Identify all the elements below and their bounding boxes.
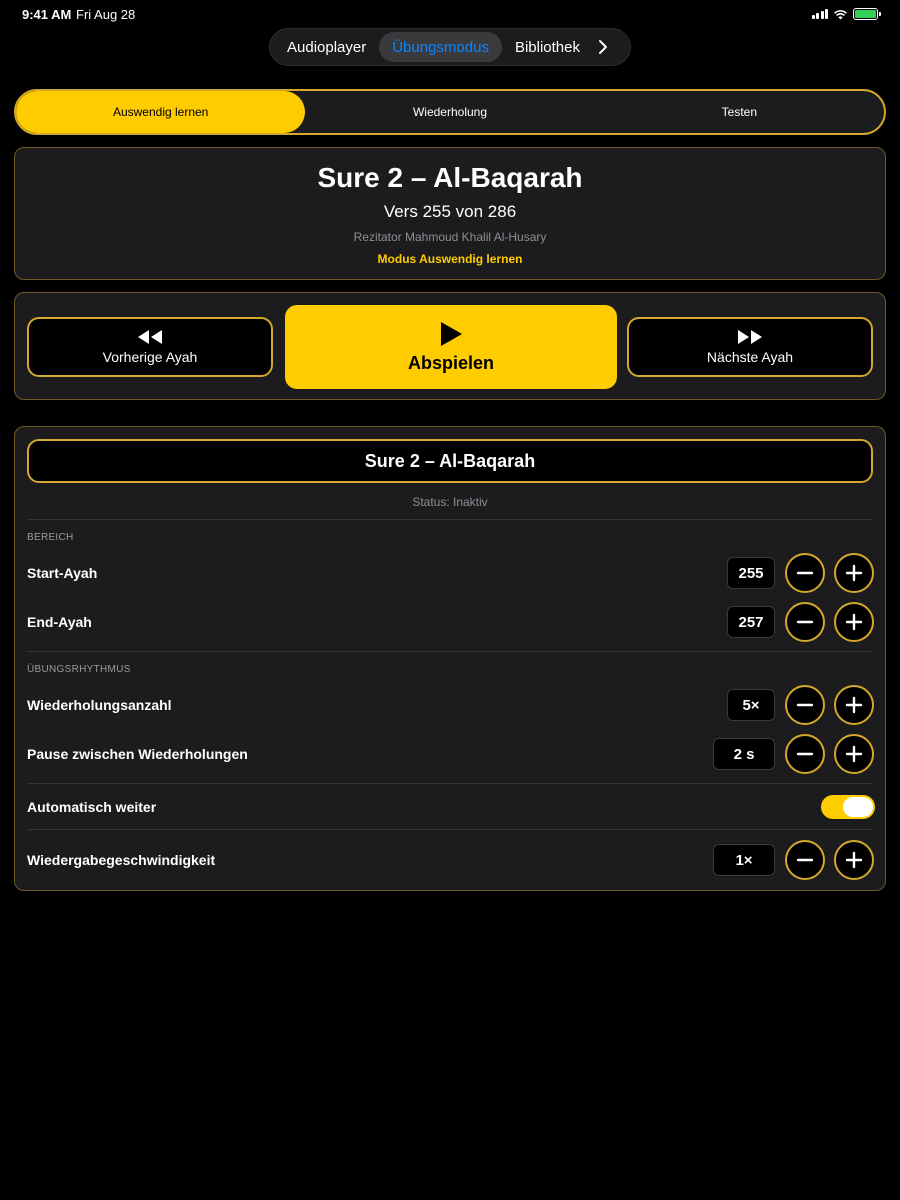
previous-ayah-label: Vorherige Ayah bbox=[102, 349, 198, 365]
cellular-signal-icon bbox=[811, 9, 828, 19]
pause-value: 2 s bbox=[713, 738, 775, 770]
plus-icon bbox=[845, 564, 863, 582]
chevron-right-icon[interactable] bbox=[597, 39, 609, 55]
play-button[interactable]: Abspielen bbox=[285, 305, 617, 389]
plus-icon bbox=[845, 613, 863, 631]
section-label-rhythm: ÜBUNGSRHYTHMUS bbox=[27, 664, 131, 675]
reciter-label: Rezitator Mahmoud Khalil Al-Husary bbox=[353, 230, 547, 244]
status-time: 9:41 AM bbox=[22, 7, 72, 22]
pause-decrement-button[interactable] bbox=[785, 734, 825, 774]
tab-audioplayer[interactable]: Audioplayer bbox=[274, 32, 379, 62]
start-ayah-decrement-button[interactable] bbox=[785, 553, 825, 593]
repeat-count-decrement-button[interactable] bbox=[785, 685, 825, 725]
verse-indicator: Vers 255 von 286 bbox=[383, 202, 517, 221]
start-ayah-label: Start-Ayah bbox=[27, 565, 98, 581]
status-text: Status: Inaktiv bbox=[412, 495, 488, 509]
rewind-icon bbox=[138, 330, 162, 344]
start-ayah-value: 255 bbox=[727, 557, 775, 589]
end-ayah-increment-button[interactable] bbox=[834, 602, 874, 642]
playback-speed-decrement-button[interactable] bbox=[785, 840, 825, 880]
pause-label: Pause zwischen Wiederholungen bbox=[27, 746, 248, 762]
repeat-count-increment-button[interactable] bbox=[834, 685, 874, 725]
play-icon bbox=[441, 321, 462, 346]
end-ayah-value: 257 bbox=[727, 606, 775, 638]
pause-increment-button[interactable] bbox=[834, 734, 874, 774]
playback-speed-increment-button[interactable] bbox=[834, 840, 874, 880]
mode-tab-test[interactable]: Testen bbox=[595, 91, 884, 133]
repeat-count-label: Wiederholungsanzahl bbox=[27, 697, 172, 713]
start-ayah-increment-button[interactable] bbox=[834, 553, 874, 593]
minus-icon bbox=[796, 620, 814, 624]
practice-settings-card: Sure 2 – Al-Baqarah Status: Inaktiv BERE… bbox=[14, 426, 886, 891]
minus-icon bbox=[796, 858, 814, 862]
minus-icon bbox=[796, 752, 814, 756]
divider bbox=[27, 829, 873, 830]
auto-continue-toggle[interactable] bbox=[821, 795, 875, 819]
end-ayah-label: End-Ayah bbox=[27, 614, 92, 630]
status-date: Fri Aug 28 bbox=[76, 7, 136, 22]
surah-info-card: Sure 2 – Al-Baqarah Vers 255 von 286 Rez… bbox=[14, 147, 886, 280]
top-navigation: Audioplayer Übungsmodus Bibliothek bbox=[269, 28, 631, 66]
wifi-icon bbox=[834, 9, 847, 19]
next-ayah-label: Nächste Ayah bbox=[706, 349, 794, 365]
play-label: Abspielen bbox=[407, 352, 495, 373]
status-icons bbox=[811, 8, 881, 20]
battery-icon bbox=[853, 8, 881, 20]
plus-icon bbox=[845, 745, 863, 763]
playback-speed-label: Wiedergabegeschwindigkeit bbox=[27, 852, 216, 868]
end-ayah-decrement-button[interactable] bbox=[785, 602, 825, 642]
next-ayah-button[interactable]: Nächste Ayah bbox=[627, 317, 873, 377]
repeat-count-value: 5× bbox=[727, 689, 775, 721]
mode-tab-repetition[interactable]: Wiederholung bbox=[305, 91, 594, 133]
previous-ayah-button[interactable]: Vorherige Ayah bbox=[27, 317, 273, 377]
toggle-knob bbox=[843, 797, 873, 817]
minus-icon bbox=[796, 571, 814, 575]
fast-forward-icon bbox=[738, 330, 762, 344]
mode-label: Modus Auswendig lernen bbox=[377, 252, 523, 266]
plus-icon bbox=[845, 851, 863, 869]
auto-continue-label: Automatisch weiter bbox=[27, 799, 157, 815]
divider bbox=[27, 651, 873, 652]
divider bbox=[27, 783, 873, 784]
mode-segmented-control: Auswendig lernen Wiederholung Testen bbox=[14, 89, 886, 135]
minus-icon bbox=[796, 703, 814, 707]
tab-bibliothek[interactable]: Bibliothek bbox=[502, 32, 593, 62]
tab-uebungsmodus[interactable]: Übungsmodus bbox=[379, 32, 502, 62]
plus-icon bbox=[845, 696, 863, 714]
playback-speed-value: 1× bbox=[713, 844, 775, 876]
section-label-range: BEREICH bbox=[27, 532, 74, 543]
surah-select-button[interactable]: Sure 2 – Al-Baqarah bbox=[27, 439, 873, 483]
playback-controls-card: Vorherige Ayah Abspielen Nächste Ayah bbox=[14, 292, 886, 400]
status-bar: 9:41 AM Fri Aug 28 bbox=[0, 0, 900, 28]
divider bbox=[27, 519, 873, 520]
mode-tab-memorize[interactable]: Auswendig lernen bbox=[16, 91, 306, 133]
surah-title: Sure 2 – Al-Baqarah bbox=[317, 162, 583, 193]
